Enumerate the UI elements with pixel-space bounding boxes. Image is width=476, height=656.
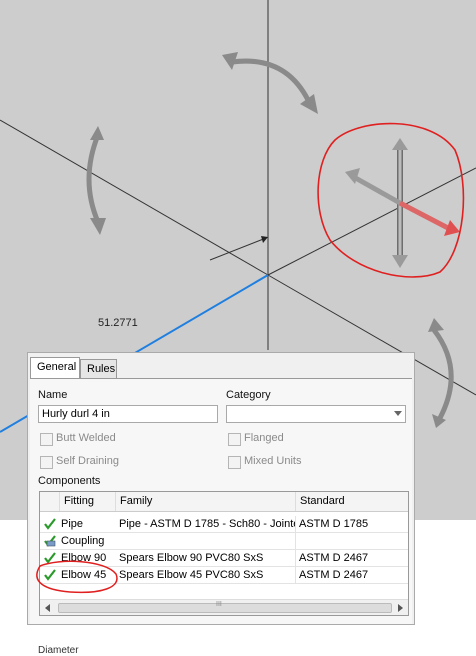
diameter-section-label: Diameter xyxy=(38,645,79,656)
annotation-overlay xyxy=(36,560,118,594)
annotation-circle-elbow45 xyxy=(36,560,118,594)
